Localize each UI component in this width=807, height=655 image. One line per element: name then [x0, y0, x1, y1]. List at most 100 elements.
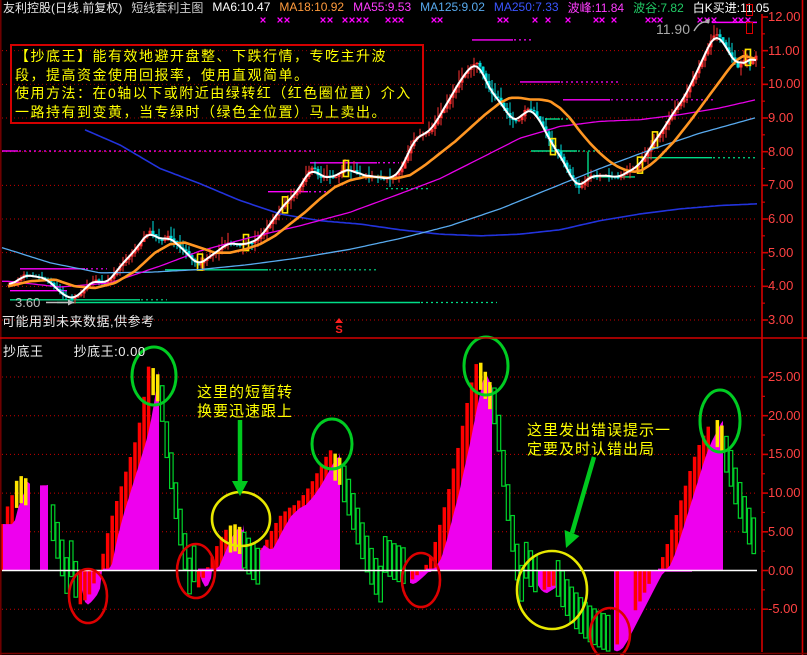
- indicator-bar-green[interactable]: [397, 546, 401, 582]
- indicator-bar-red[interactable]: [543, 571, 547, 590]
- candle-body[interactable]: [335, 177, 338, 178]
- indicator-bar-green[interactable]: [352, 494, 356, 530]
- indicator-bar-green[interactable]: [534, 556, 538, 592]
- indicator-bar-yellow[interactable]: [238, 527, 242, 554]
- indicator-bar-green[interactable]: [502, 451, 506, 487]
- indicator-bar-green[interactable]: [734, 468, 738, 504]
- indicator-bar-green[interactable]: [370, 548, 374, 584]
- indicator-bar-green[interactable]: [51, 505, 55, 541]
- indicator-bar-yellow[interactable]: [156, 374, 160, 401]
- indicator-name[interactable]: 抄底王: [3, 344, 44, 359]
- indicator-bar-green[interactable]: [74, 562, 78, 598]
- indicator-bar-yellow[interactable]: [24, 478, 28, 505]
- indicator-bar-green[interactable]: [393, 544, 397, 580]
- indicator-bar-green[interactable]: [256, 548, 260, 584]
- indicator-bar-green[interactable]: [252, 544, 256, 580]
- indicator-bar-red[interactable]: [547, 571, 551, 587]
- indicator-bar-red[interactable]: [638, 571, 642, 602]
- indicator-bar-green[interactable]: [729, 451, 733, 487]
- indicator-bar-yellow[interactable]: [479, 363, 483, 390]
- indicator-bar-green[interactable]: [497, 415, 501, 451]
- indicator-bar-green[interactable]: [556, 561, 560, 597]
- indicator-bar-red[interactable]: [616, 571, 620, 645]
- indicator-bar-green[interactable]: [383, 537, 387, 573]
- candle-body[interactable]: [161, 239, 164, 241]
- candle-body[interactable]: [479, 63, 482, 67]
- indicator-bar-green[interactable]: [56, 523, 60, 559]
- candle-body[interactable]: [578, 185, 581, 188]
- indicator-bar-yellow[interactable]: [716, 420, 720, 447]
- candle-body[interactable]: [476, 63, 479, 64]
- indicator-bar-red[interactable]: [88, 571, 92, 595]
- indicator-bar-green[interactable]: [597, 611, 601, 647]
- indicator-bar-green[interactable]: [170, 453, 174, 489]
- indicator-bar-green[interactable]: [188, 558, 192, 594]
- indicator-bar-green[interactable]: [570, 587, 574, 623]
- indicator-bar-green[interactable]: [575, 593, 579, 629]
- indicator-bar-yellow[interactable]: [229, 525, 233, 552]
- indicator-bar-green[interactable]: [725, 436, 729, 472]
- indicator-bar-green[interactable]: [65, 558, 69, 594]
- candle-body[interactable]: [740, 64, 743, 68]
- indicator-bar-green[interactable]: [379, 566, 383, 602]
- indicator-bar-green[interactable]: [179, 509, 183, 545]
- indicator-bar-green[interactable]: [738, 483, 742, 519]
- candle-body[interactable]: [518, 120, 521, 121]
- candle-body[interactable]: [170, 236, 173, 239]
- indicator-bar-red[interactable]: [643, 571, 647, 593]
- candle-body[interactable]: [581, 185, 584, 188]
- indicator-bar-green[interactable]: [347, 479, 351, 515]
- indicator-bar-red[interactable]: [83, 571, 87, 601]
- indicator-bar-red[interactable]: [634, 571, 638, 611]
- indicator-bar-yellow[interactable]: [151, 368, 155, 395]
- indicator-bar-green[interactable]: [361, 523, 365, 559]
- indicator-bar-green[interactable]: [525, 542, 529, 578]
- candle-body[interactable]: [515, 120, 518, 121]
- candle-body[interactable]: [530, 109, 533, 110]
- window-panes-icon[interactable]: [746, 3, 761, 14]
- candle-body[interactable]: [533, 110, 536, 111]
- indicator-bar-green[interactable]: [743, 497, 747, 533]
- indicator-bar-green[interactable]: [752, 518, 756, 554]
- indicator-bar-red[interactable]: [101, 554, 105, 571]
- indicator-bar-yellow[interactable]: [15, 481, 19, 508]
- indicator-bar-green[interactable]: [529, 551, 533, 587]
- indicator-bar-green[interactable]: [374, 559, 378, 595]
- indicator-bar-red[interactable]: [666, 544, 670, 570]
- indicator-bar-green[interactable]: [165, 422, 169, 458]
- indicator-bar-red[interactable]: [661, 557, 665, 570]
- indicator-bar-green[interactable]: [174, 483, 178, 519]
- indicator-bar-red[interactable]: [201, 571, 205, 578]
- indicator-bar-red[interactable]: [411, 571, 415, 580]
- x-mark-icon: [498, 18, 503, 23]
- indicator-bar-red[interactable]: [647, 571, 651, 584]
- indicator-bar-red[interactable]: [552, 571, 556, 586]
- indicator-bar-red[interactable]: [197, 571, 201, 588]
- candle-body[interactable]: [311, 168, 314, 171]
- indicator-bar-yellow[interactable]: [338, 458, 342, 485]
- indicator-bar-green[interactable]: [343, 466, 347, 502]
- candle-body[interactable]: [719, 34, 722, 37]
- indicator-bar-yellow[interactable]: [233, 524, 237, 551]
- indicator-bar-green[interactable]: [747, 508, 751, 544]
- indicator-bar-yellow[interactable]: [720, 426, 724, 453]
- indicator-bar-yellow[interactable]: [19, 476, 23, 503]
- candle-body[interactable]: [527, 109, 530, 110]
- indicator-bar-green[interactable]: [192, 546, 196, 582]
- indicator-bar-green[interactable]: [606, 615, 610, 651]
- indicator-bar-green[interactable]: [506, 485, 510, 521]
- indicator-bar-red[interactable]: [106, 533, 110, 570]
- indicator-bar-green[interactable]: [565, 580, 569, 616]
- indicator-bar-green[interactable]: [602, 614, 606, 650]
- indicator-bar-green[interactable]: [356, 508, 360, 544]
- indicator-bar-green[interactable]: [242, 532, 246, 568]
- indicator-bar-red[interactable]: [79, 571, 83, 605]
- indicator-bar-green[interactable]: [511, 516, 514, 552]
- candle-body[interactable]: [716, 34, 719, 35]
- candle-body[interactable]: [149, 231, 152, 234]
- candle-body[interactable]: [152, 231, 155, 234]
- candle-body[interactable]: [752, 60, 755, 64]
- candle-body[interactable]: [314, 168, 317, 169]
- indicator-bar-green[interactable]: [365, 536, 369, 572]
- indicator-bar-green[interactable]: [561, 571, 565, 607]
